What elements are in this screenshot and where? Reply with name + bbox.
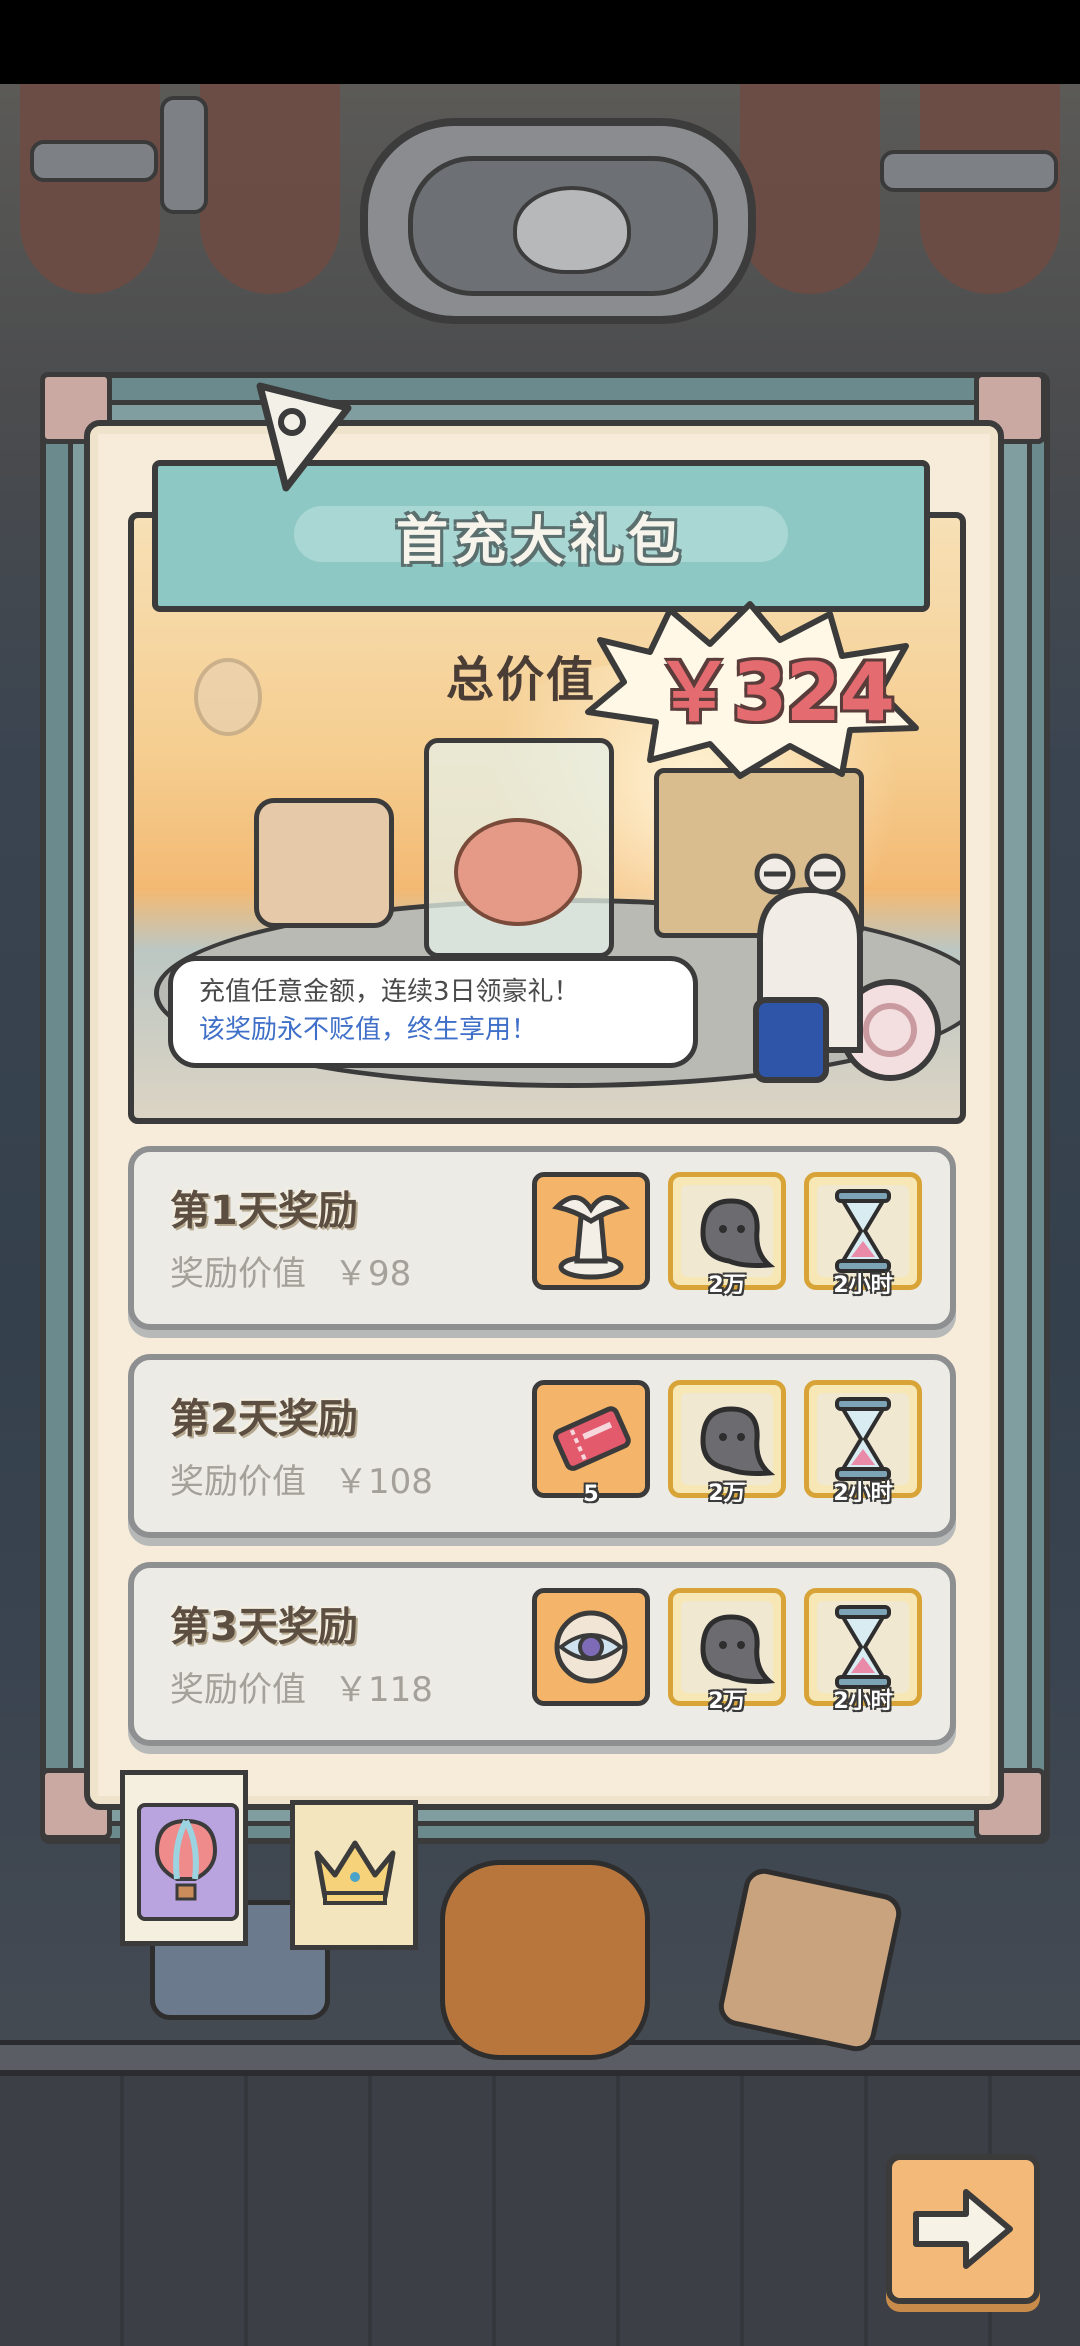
tab-first-charge[interactable] xyxy=(120,1770,248,1946)
reward-day-title: 第1天奖励 xyxy=(170,1188,358,1234)
reward-row-day1: 第1天奖励 奖励价值 ￥98 2万 2小时 xyxy=(128,1146,956,1330)
bubble-text-primary: 充值任意金额，连续3日领豪礼！ xyxy=(199,977,580,1007)
reward-row-day2: 第2天奖励 奖励价值 ￥108 5 2万 2小时 xyxy=(128,1354,956,1538)
status-bar xyxy=(0,0,1080,84)
reward-day-title: 第2天奖励 xyxy=(170,1396,358,1442)
curtain-decor xyxy=(740,84,880,294)
reward-item-slot[interactable] xyxy=(532,1172,650,1290)
total-value-amount: ￥324 xyxy=(654,646,895,739)
reward-item-slot[interactable]: 2万 xyxy=(668,1380,786,1506)
speech-bubble: 充值任意金额，连续3日领豪礼！ 该奖励永不贬值，终生享用！ xyxy=(168,956,698,1068)
snail-mascot-icon xyxy=(753,853,941,1083)
reward-item-slot[interactable]: 5 xyxy=(532,1380,650,1507)
ticket-icon xyxy=(553,1406,631,1471)
bubble-text-highlight: 该奖励永不贬值，终生享用！ xyxy=(199,1015,538,1045)
reward-item-qty: 2小时 xyxy=(833,1481,893,1506)
reward-worth: 奖励价值 ￥108 xyxy=(170,1462,433,1502)
statue-icon xyxy=(552,1195,630,1280)
hot-air-balloon-icon xyxy=(154,1818,218,1901)
pipe-decor xyxy=(880,150,1058,192)
cat-mascot-prop xyxy=(440,1860,650,2060)
reward-row-day3: 第3天奖励 奖励价值 ￥118 2万 2小时 xyxy=(128,1562,956,1746)
porthole-window xyxy=(360,118,756,324)
reward-item-qty: 5 xyxy=(583,1482,599,1507)
reward-item-slot[interactable]: 2小时 xyxy=(804,1172,922,1298)
crown-icon xyxy=(314,1840,396,1905)
price-tag-icon xyxy=(256,382,352,492)
reward-item-slot[interactable]: 2万 xyxy=(668,1588,786,1714)
reward-item-slot[interactable]: 2万 xyxy=(668,1172,786,1298)
next-arrow-button[interactable] xyxy=(886,2154,1040,2304)
reward-item-qty: 2小时 xyxy=(833,1273,893,1298)
reward-worth: 奖励价值 ￥118 xyxy=(170,1670,433,1710)
tab-vip[interactable] xyxy=(290,1800,418,1950)
reward-item-slot[interactable] xyxy=(532,1588,650,1706)
reward-worth: 奖励价值 ￥98 xyxy=(170,1254,412,1294)
curtain-decor xyxy=(20,84,160,294)
reward-item-slot[interactable]: 2小时 xyxy=(804,1380,922,1506)
reward-item-slot[interactable]: 2小时 xyxy=(804,1588,922,1714)
reward-item-qty: 2小时 xyxy=(833,1689,893,1714)
arrow-right-icon xyxy=(913,2189,1013,2269)
pipe-decor xyxy=(30,140,158,182)
cube-prop xyxy=(715,1865,905,2055)
reward-item-qty: 2万 xyxy=(708,1273,746,1298)
curtain-decor xyxy=(200,84,340,294)
total-value-label: 总价值 xyxy=(446,652,597,708)
reward-day-title: 第3天奖励 xyxy=(170,1604,358,1650)
eye-orb-icon xyxy=(554,1610,628,1684)
reward-item-qty: 2万 xyxy=(708,1481,746,1506)
pipe-decor xyxy=(160,96,208,214)
reward-item-qty: 2万 xyxy=(708,1689,746,1714)
